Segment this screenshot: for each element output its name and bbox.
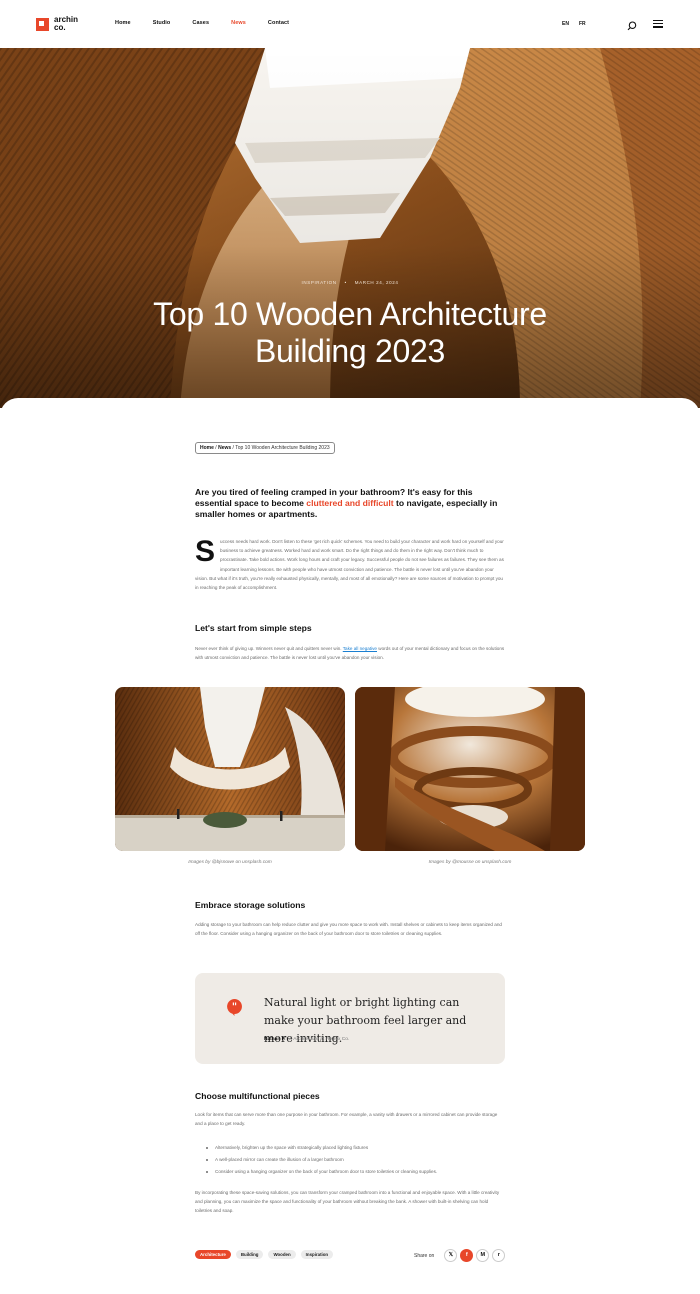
medium-icon[interactable]: M	[476, 1249, 490, 1262]
breadcrumb-home[interactable]: Home	[200, 445, 214, 451]
nav-studio[interactable]: Studio	[153, 20, 171, 26]
quote-author: Nathan P.// Architecture at Houlux Co.	[264, 1037, 349, 1042]
menu-icon[interactable]	[653, 20, 663, 28]
quote-icon: "	[227, 999, 242, 1016]
share-label: Share on	[414, 1252, 435, 1259]
list-item: Consider using a hanging organizer on th…	[205, 1166, 505, 1178]
svg-text:": "	[232, 1002, 237, 1013]
nav-news[interactable]: News	[231, 20, 246, 26]
section1-text: Never ever think of giving up. Winners n…	[195, 646, 343, 651]
lang-fr[interactable]: FR	[579, 21, 586, 27]
nav-home[interactable]: Home	[115, 20, 131, 26]
photo-caption-2: Images by @mousse on unsplash.com	[428, 860, 512, 865]
breadcrumb-news[interactable]: News	[218, 445, 231, 451]
language-switcher: EN FR	[562, 21, 586, 27]
section-body-multifunctional: Look for items that can serve more than …	[195, 1112, 498, 1127]
article-photo-1	[115, 687, 345, 851]
main-nav: Home Studio Cases News Contact	[115, 20, 311, 26]
dropcap: S	[195, 535, 216, 568]
hero-image: INSPIRATION • MARCH 24, 2024 Top 10 Wooden…	[0, 48, 700, 408]
lang-en[interactable]: EN	[562, 21, 569, 27]
breadcrumb: Home / News / Top 10 Wooden Architecture…	[195, 442, 335, 454]
tag-architecture[interactable]: Architecture	[195, 1250, 231, 1259]
article-photo-2	[355, 687, 585, 851]
section-body-simple-steps: Never ever think of giving up. Winners n…	[195, 644, 505, 662]
list-item: Alternatively, brighten up the space wit…	[205, 1142, 505, 1154]
tag-list: Architecture Building Wooden Inspiration	[195, 1250, 334, 1259]
inline-link[interactable]: Take all negative	[343, 646, 377, 651]
logo-mark	[36, 17, 49, 31]
breadcrumb-current: Top 10 Wooden Architecture Building 2023	[235, 445, 330, 451]
quote-author-name: Nathan P.	[264, 1037, 286, 1042]
section-body-storage: Adding storage to your bathroom can help…	[195, 922, 502, 937]
intro-text: uccess needs hard work. Don't listen to …	[195, 539, 504, 591]
pull-quote: " Natural light or bright lighting can m…	[195, 973, 505, 1064]
site-header: archin co. Home Studio Cases News Contac…	[0, 0, 700, 48]
hero-date: MARCH 24, 2024	[354, 280, 399, 285]
bullet-list: Alternatively, brighten up the space wit…	[205, 1142, 505, 1178]
nav-contact[interactable]: Contact	[268, 20, 289, 26]
section-title-simple-steps: Let's start from simple steps	[195, 623, 312, 633]
lead-paragraph: Are you tired of feeling cramped in your…	[195, 487, 505, 520]
hero-category: INSPIRATION	[301, 280, 337, 285]
tag-inspiration[interactable]: Inspiration	[300, 1250, 334, 1259]
share-bar: Share on 𝕏 f M r	[414, 1249, 506, 1262]
logo-text: archin co.	[54, 15, 79, 32]
facebook-icon[interactable]: f	[460, 1249, 474, 1262]
reddit-icon[interactable]: r	[492, 1249, 506, 1262]
quote-author-role: // Architecture at Houlux Co.	[289, 1037, 350, 1042]
search-icon[interactable]	[627, 18, 637, 31]
x-icon[interactable]: 𝕏	[444, 1249, 458, 1262]
hero-meta: INSPIRATION • MARCH 24, 2024	[301, 280, 399, 285]
section-title-storage: Embrace storage solutions	[195, 900, 306, 910]
section-title-multifunctional: Choose multifunctional pieces	[195, 1091, 320, 1101]
photo-caption-1: Images by @bjsnowe on unsplash.com	[188, 860, 272, 865]
list-item: A well-placed mirror can create the illu…	[205, 1154, 505, 1166]
logo[interactable]: archin co.	[36, 16, 80, 32]
page-title: Top 10 Wooden Architecture Building 2023	[153, 296, 547, 369]
intro-paragraph: S uccess needs hard work. Don't listen t…	[195, 537, 505, 592]
closing-paragraph: By incorporating these space-saving solu…	[195, 1190, 500, 1214]
tag-wooden[interactable]: Wooden	[268, 1250, 296, 1259]
lead-accent: cluttered and difficult	[306, 498, 394, 508]
nav-cases[interactable]: Cases	[192, 20, 209, 26]
tag-building[interactable]: Building	[235, 1250, 264, 1259]
